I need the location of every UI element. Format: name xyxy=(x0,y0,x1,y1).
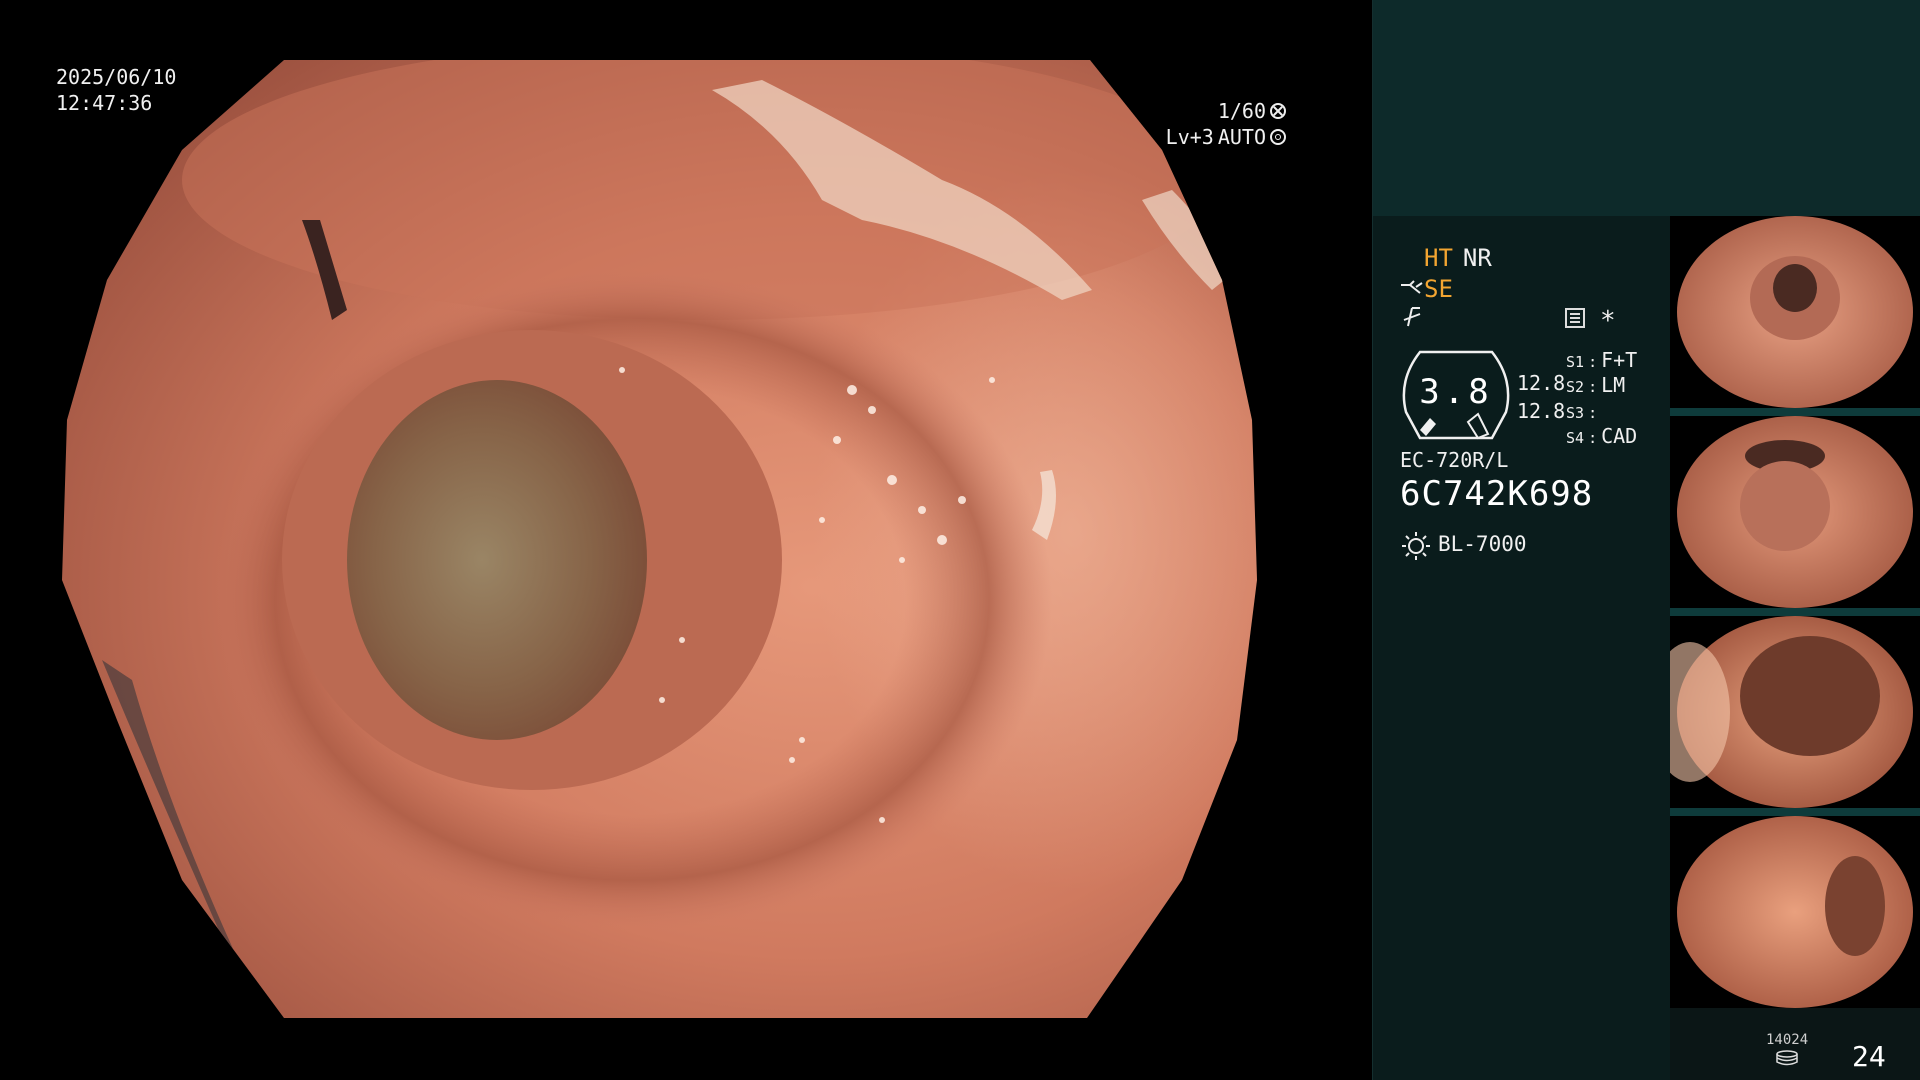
shutter-speed: 1/60 xyxy=(1217,99,1266,123)
scope-model: EC-720R/L xyxy=(1400,448,1509,472)
light-source-model: BL-7000 xyxy=(1438,532,1527,556)
exposure-settings: 1/60 Lv+3 AUTO xyxy=(1166,98,1286,150)
switch-value: F+T xyxy=(1601,348,1638,372)
se-mode: SE xyxy=(1424,275,1453,303)
switch-sep: : xyxy=(1588,404,1598,422)
ht-mode: HT xyxy=(1424,244,1453,272)
switch-setting-4: S4: CAD xyxy=(1566,424,1637,448)
nr-mode: NR xyxy=(1462,244,1492,272)
gauge-reading-1: 12.8 xyxy=(1517,371,1566,395)
capture-time: 12:47:36 xyxy=(56,91,153,115)
capture-thumbnail-3[interactable] xyxy=(1670,616,1920,808)
switch-sep: : xyxy=(1588,429,1598,447)
scope-serial: 6C742K698 xyxy=(1400,474,1594,514)
se-mode-row: SE xyxy=(1400,275,1453,303)
light-source-icon xyxy=(1402,532,1430,560)
capture-thumbnail-1[interactable] xyxy=(1670,216,1920,408)
thumbnail-divider xyxy=(1670,608,1920,616)
switch-setting-1: S1: F+T xyxy=(1566,348,1637,372)
switch-value: LM xyxy=(1601,373,1626,397)
database-icon xyxy=(1776,1050,1798,1066)
switch-key: S2 xyxy=(1566,378,1585,396)
shutter-icon xyxy=(1270,103,1286,119)
switch-sep: : xyxy=(1588,353,1598,371)
page-number: 24 xyxy=(1852,1040,1886,1073)
capture-thumbnail-2[interactable] xyxy=(1670,416,1920,608)
capture-thumbnail-4[interactable] xyxy=(1670,816,1920,1008)
switch-setting-2: S2: LM xyxy=(1566,373,1625,397)
patient-info-band xyxy=(1373,0,1920,216)
iris-mode: AUTO xyxy=(1217,125,1266,149)
capture-count: 14024 xyxy=(1766,1032,1809,1048)
endoscopy-monitor: 2025/06/10 12:47:36 1/60 Lv+3 AUTO HT NR … xyxy=(0,0,1920,1080)
switch-key: S1 xyxy=(1566,353,1585,371)
switch-sep: : xyxy=(1588,378,1598,396)
iris-icon xyxy=(1270,129,1286,145)
flash-off-icon xyxy=(1400,306,1424,334)
switch-key: S3 xyxy=(1566,404,1585,422)
settings-panel xyxy=(1373,216,1670,1080)
endoscopic-image xyxy=(62,60,1257,1018)
scope-tip-icon xyxy=(1401,280,1423,294)
menu-list-icon xyxy=(1565,308,1585,328)
thumbnail-divider xyxy=(1670,408,1920,416)
datetime-overlay: 2025/06/10 12:47:36 xyxy=(56,64,176,116)
capture-date: 2025/06/10 xyxy=(56,65,177,89)
switch-value: CAD xyxy=(1601,424,1638,448)
image-mode-row: HT NR xyxy=(1424,244,1492,272)
switch-key: S4 xyxy=(1566,429,1585,447)
gauge-reading-2: 12.8 xyxy=(1517,399,1566,423)
thumbnail-divider xyxy=(1670,808,1920,816)
zoom-value: 3.8 xyxy=(1419,372,1493,412)
endoscopic-view xyxy=(62,60,1312,1018)
favorite-mark: * xyxy=(1600,306,1616,336)
switch-setting-3: S3: xyxy=(1566,399,1601,423)
brightness-level: Lv+3 xyxy=(1165,125,1214,149)
